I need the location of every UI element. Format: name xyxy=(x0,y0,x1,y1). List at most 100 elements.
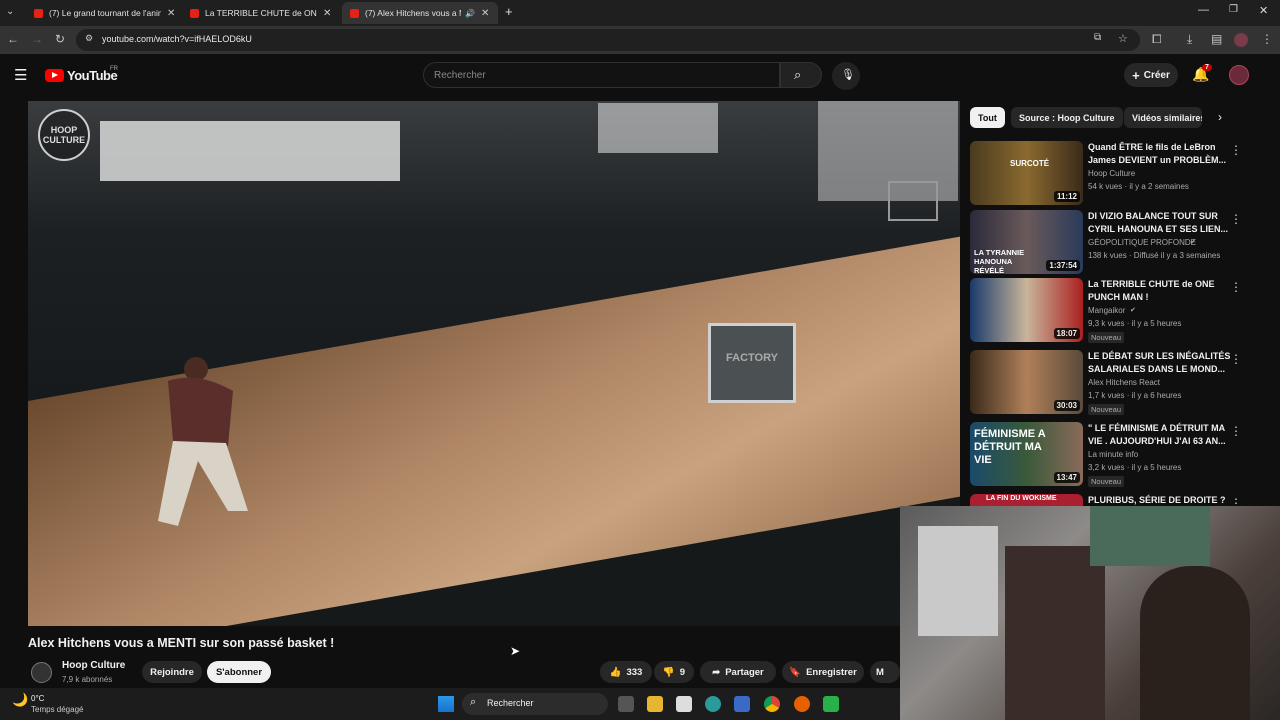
browser-menu-icon[interactable]: ⋮ xyxy=(1261,32,1273,46)
install-icon[interactable]: ⧉ xyxy=(1094,32,1101,43)
task-view-icon[interactable] xyxy=(618,696,634,712)
video-thumbnail[interactable]: 30:03 xyxy=(970,350,1083,414)
back-icon[interactable]: ← xyxy=(7,32,19,46)
video-thumbnail[interactable]: LA FIN DU WOKISME xyxy=(970,494,1083,506)
recommendation-channel[interactable]: GÉOPOLITIQUE PROFONDE xyxy=(1088,238,1196,247)
video-thumbnail[interactable]: 18:07 xyxy=(970,278,1083,342)
windows-start-icon[interactable] xyxy=(438,696,454,712)
save-button[interactable]: 🔖 Enregistrer xyxy=(782,661,864,683)
taskbar-search[interactable]: ⌕ Rechercher xyxy=(462,693,608,715)
close-tab-icon[interactable]: ✕ xyxy=(323,8,331,19)
chip-similar[interactable]: Vidéos similaires xyxy=(1124,107,1202,128)
voice-search-button[interactable]: 🎙 xyxy=(832,62,860,90)
chip-all[interactable]: Tout xyxy=(970,107,1005,128)
minimize-icon[interactable]: — xyxy=(1198,4,1209,16)
site-info-icon[interactable]: ⚙ xyxy=(85,33,93,44)
download-icon[interactable]: ⤓ xyxy=(1187,32,1192,47)
video-thumbnail[interactable]: SURCOTÉ 11:12 xyxy=(970,141,1083,205)
channel-avatar[interactable] xyxy=(31,662,52,683)
share-icon: ➦ xyxy=(712,666,721,678)
forward-icon[interactable]: → xyxy=(31,32,43,46)
hoop-culture-watermark: HOOP CULTURE xyxy=(38,109,90,161)
profile-avatar[interactable] xyxy=(1234,33,1248,47)
more-actions-button[interactable]: M xyxy=(870,661,900,683)
recommendation-meta: 138 k vues · Diffusé il y a 3 semaines xyxy=(1088,251,1221,260)
chip-source[interactable]: Source : Hoop Culture xyxy=(1011,107,1123,128)
recommendation-channel[interactable]: Alex Hitchens React xyxy=(1088,378,1160,387)
new-tab-button[interactable]: + xyxy=(505,4,513,19)
reload-icon[interactable]: ↻ xyxy=(55,32,65,46)
weather-icon[interactable]: 🌙 xyxy=(12,692,28,708)
create-button[interactable]: + Créer xyxy=(1124,63,1178,87)
browser-tab-3-active[interactable]: (7) Alex Hitchens vous a M 🔊 ✕ xyxy=(342,2,498,24)
channel-name[interactable]: Hoop Culture xyxy=(62,660,125,671)
webcam-person xyxy=(1140,566,1250,720)
more-options-icon[interactable]: ⋮ xyxy=(1230,496,1242,506)
firefox-icon[interactable] xyxy=(794,696,810,712)
like-button[interactable]: 👍 333 xyxy=(600,661,652,683)
close-tab-icon[interactable]: ✕ xyxy=(481,8,489,19)
recommendation-item[interactable]: LA TYRANNIE HANOUNA RÉVÉLÉ 1:37:54 DI VI… xyxy=(970,210,1250,276)
more-options-icon[interactable]: ⋮ xyxy=(1230,352,1242,366)
file-explorer-icon[interactable] xyxy=(647,696,663,712)
recommendation-channel[interactable]: La minute info xyxy=(1088,450,1138,459)
restore-icon[interactable]: ❐ xyxy=(1229,4,1238,15)
video-duration: 11:12 xyxy=(1053,191,1080,202)
share-button[interactable]: ➦ Partager xyxy=(700,661,776,683)
recommendation-channel[interactable]: Mangaikor xyxy=(1088,306,1125,315)
close-window-icon[interactable]: ✕ xyxy=(1259,4,1268,17)
browser-tab-2[interactable]: La TERRIBLE CHUTE de ONE PU ✕ xyxy=(182,2,338,24)
recommendation-channel[interactable]: Hoop Culture xyxy=(1088,169,1135,178)
chips-next-chevron-icon[interactable]: › xyxy=(1218,110,1222,124)
recommendation-item[interactable]: 18:07 La TERRIBLE CHUTE de ONE PUNCH MAN… xyxy=(970,278,1250,344)
tab-list-chevron-icon[interactable]: ⌄ xyxy=(6,6,14,17)
search-input[interactable]: Rechercher xyxy=(423,62,780,88)
hamburger-menu-icon[interactable]: ☰ xyxy=(14,66,27,84)
browser-tab-1[interactable]: (7) Le grand tournant de l'anim ✕ xyxy=(26,2,178,24)
recommendation-title[interactable]: PLURIBUS, SÉRIE DE DROITE ? xyxy=(1088,494,1236,506)
recommendation-item[interactable]: FÉMINISME A DÉTRUIT MA VIE 13:47 " LE FÉ… xyxy=(970,422,1250,488)
dislike-button[interactable]: 👎 9 xyxy=(654,661,694,683)
share-label: Partager xyxy=(725,666,764,678)
notepad-icon[interactable] xyxy=(676,696,692,712)
account-avatar[interactable] xyxy=(1229,65,1249,85)
bookmark-star-icon[interactable]: ☆ xyxy=(1118,32,1128,45)
webcam-overlay xyxy=(900,506,1280,720)
join-button[interactable]: Rejoindre xyxy=(142,661,202,683)
app-icon[interactable] xyxy=(823,696,839,712)
store-icon[interactable] xyxy=(734,696,750,712)
more-options-icon[interactable]: ⋮ xyxy=(1230,280,1242,294)
more-options-icon[interactable]: ⋮ xyxy=(1230,143,1242,157)
more-options-icon[interactable]: ⋮ xyxy=(1230,212,1242,226)
edge-icon[interactable] xyxy=(705,696,721,712)
recommendation-title[interactable]: Quand ÊTRE le fils de LeBron James DEVIE… xyxy=(1088,141,1236,167)
close-tab-icon[interactable]: ✕ xyxy=(167,8,175,19)
cast-icon[interactable]: ▤ xyxy=(1211,32,1222,46)
more-options-icon[interactable]: ⋮ xyxy=(1230,424,1242,438)
browser-toolbar: ← → ↻ ⚙ youtube.com/watch?v=ifHAELOD6kU … xyxy=(0,26,1280,54)
thumbnail-text: SURCOTÉ xyxy=(1010,159,1050,168)
notification-count-badge: 7 xyxy=(1202,64,1212,71)
recommendation-item[interactable]: 30:03 LE DÉBAT SUR LES INÉGALITÉS SALARI… xyxy=(970,350,1250,416)
video-thumbnail[interactable]: FÉMINISME A DÉTRUIT MA VIE 13:47 xyxy=(970,422,1083,486)
weather-temp: 0°C xyxy=(31,694,45,703)
extensions-icon[interactable]: ⧠ xyxy=(1152,32,1162,47)
recommendation-title[interactable]: DI VIZIO BALANCE TOUT SUR CYRIL HANOUNA … xyxy=(1088,210,1236,236)
youtube-logo-icon[interactable] xyxy=(45,69,64,82)
weather-desc: Temps dégagé xyxy=(31,705,84,714)
recommendation-item[interactable]: LA FIN DU WOKISME PLURIBUS, SÉRIE DE DRO… xyxy=(970,494,1250,506)
recommendation-title[interactable]: LE DÉBAT SUR LES INÉGALITÉS SALARIALES D… xyxy=(1088,350,1236,376)
audio-playing-icon[interactable]: 🔊 xyxy=(465,9,475,18)
video-player[interactable]: HOOP CULTURE FACTORY xyxy=(28,101,960,626)
recommendation-meta: 3,2 k vues · il y a 5 heures xyxy=(1088,463,1182,472)
address-bar[interactable]: ⚙ youtube.com/watch?v=ifHAELOD6kU ⧉ ☆ xyxy=(76,29,1140,51)
chrome-icon[interactable] xyxy=(764,696,780,712)
dislike-count: 9 xyxy=(679,666,686,678)
subscribe-button[interactable]: S'abonner xyxy=(207,661,271,683)
recommendation-title[interactable]: " LE FÉMINISME A DÉTRUIT MA VIE . AUJOUR… xyxy=(1088,422,1236,448)
search-button[interactable]: ⌕ xyxy=(780,62,822,88)
recommendation-item[interactable]: SURCOTÉ 11:12 Quand ÊTRE le fils de LeBr… xyxy=(970,141,1250,207)
video-thumbnail[interactable]: LA TYRANNIE HANOUNA RÉVÉLÉ 1:37:54 xyxy=(970,210,1083,274)
webcam-window xyxy=(918,526,998,636)
recommendation-title[interactable]: La TERRIBLE CHUTE de ONE PUNCH MAN ! xyxy=(1088,278,1236,304)
